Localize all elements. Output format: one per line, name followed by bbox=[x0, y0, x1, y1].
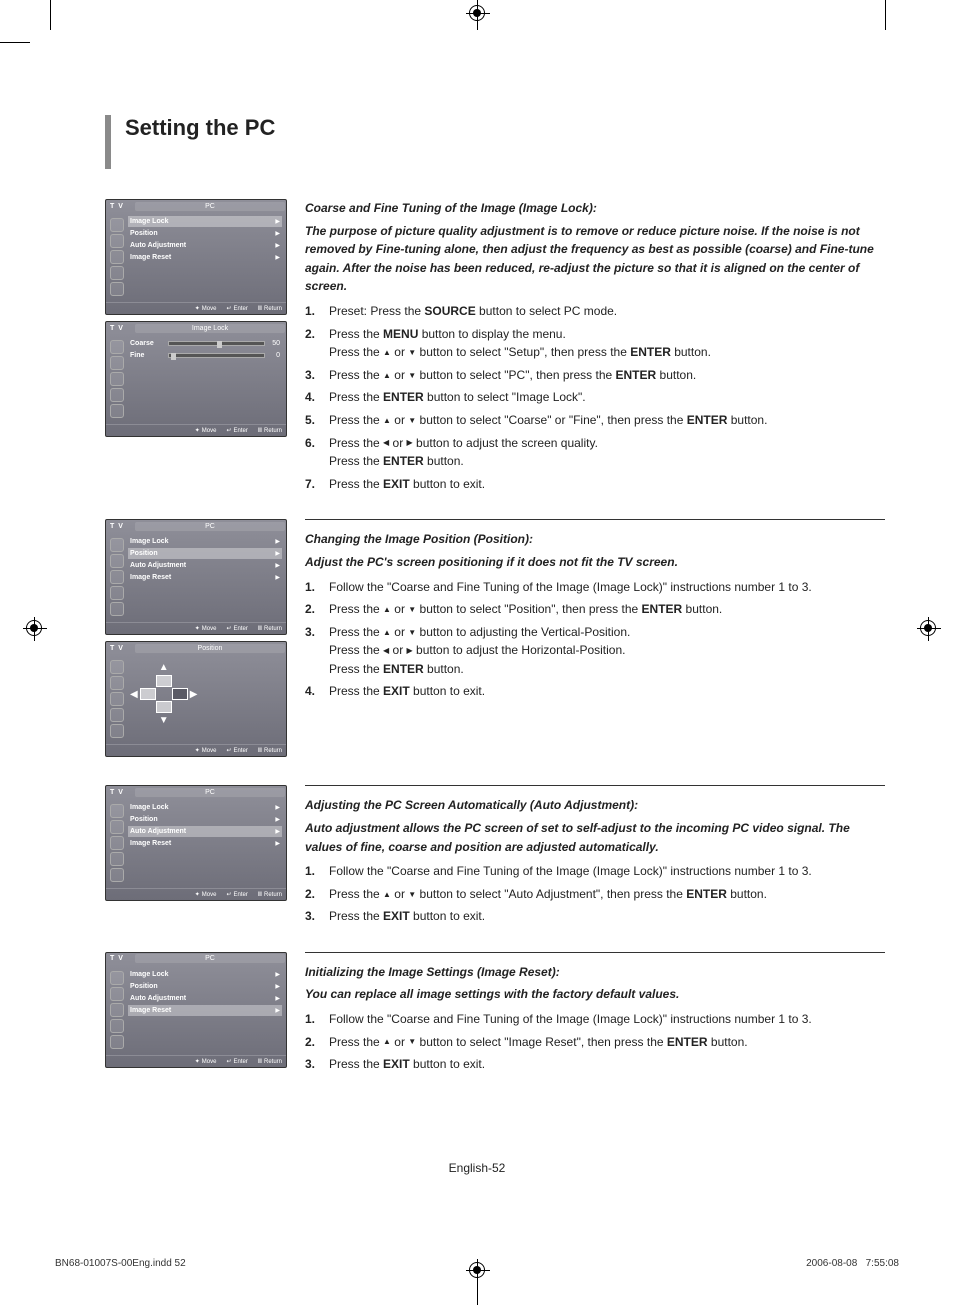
osd-icon bbox=[110, 282, 124, 296]
osd-screenshot: T VPC Image Lock▶ Position▶ Auto Adjustm… bbox=[105, 952, 287, 1068]
osd-menu-item: Image Reset▶ bbox=[128, 838, 282, 849]
osd-menu-item: Position▶ bbox=[128, 228, 282, 239]
left-arrow-icon: ◀ bbox=[130, 689, 138, 700]
osd-icon bbox=[110, 250, 124, 264]
osd-icon bbox=[110, 356, 124, 370]
step: 2.Press the ▲ or ▼ button to select "Ima… bbox=[305, 1033, 885, 1052]
osd-icon bbox=[110, 372, 124, 386]
osd-tv-label: T V bbox=[106, 203, 134, 210]
section-heading: Initializing the Image Settings (Image R… bbox=[305, 963, 885, 982]
osd-icon-column bbox=[106, 334, 128, 424]
up-arrow-icon: ▲ bbox=[383, 629, 391, 637]
osd-menu-item: Image Lock▶ bbox=[128, 216, 282, 227]
move-icon: ✦ bbox=[195, 305, 200, 312]
step: 4.Press the EXIT button to exit. bbox=[305, 682, 885, 701]
osd-menu-item: Image Reset▶ bbox=[128, 572, 282, 583]
section-intro: Auto adjustment allows the PC screen of … bbox=[305, 819, 885, 856]
page-number: English-52 bbox=[0, 1161, 954, 1175]
osd-footer: ✦Move ↵Enter ⅢReturn bbox=[106, 424, 286, 436]
section-heading: Changing the Image Position (Position): bbox=[305, 530, 885, 549]
section-heading: Coarse and Fine Tuning of the Image (Ima… bbox=[305, 199, 885, 218]
print-footer: BN68-01007S-00Eng.indd 52 2006-08-08 7:5… bbox=[55, 1258, 899, 1269]
up-arrow-icon: ▲ bbox=[383, 417, 391, 425]
osd-screenshot: T VPosition ◀ ▲ ▼ ▶ bbox=[105, 641, 287, 757]
osd-menu-item: Auto Adjustment▶ bbox=[128, 240, 282, 251]
osd-icon bbox=[110, 404, 124, 418]
step: 6.Press the ◀ or ▶ button to adjust the … bbox=[305, 434, 885, 471]
enter-icon: ↵ bbox=[226, 305, 231, 312]
osd-slider-coarse: Coarse50 bbox=[128, 338, 282, 349]
osd-footer: ✦Move ↵Enter ⅢReturn bbox=[106, 302, 286, 314]
source-filename: BN68-01007S-00Eng.indd 52 bbox=[55, 1258, 186, 1269]
osd-menu-title: Image Lock bbox=[135, 324, 285, 333]
page-title: Setting the PC bbox=[105, 115, 885, 169]
osd-slider-fine: Fine0 bbox=[128, 350, 282, 361]
section-image-reset: T VPC Image Lock▶ Position▶ Auto Adjustm… bbox=[105, 952, 885, 1078]
step: 1.Follow the "Coarse and Fine Tuning of … bbox=[305, 1010, 885, 1029]
osd-menu-item: Position▶ bbox=[128, 981, 282, 992]
step: 3.Press the EXIT button to exit. bbox=[305, 1055, 885, 1074]
osd-menu-item: Image Lock▶ bbox=[128, 802, 282, 813]
osd-icon bbox=[110, 388, 124, 402]
step: 5.Press the ▲ or ▼ button to select "Coa… bbox=[305, 411, 885, 430]
osd-menu-item: Auto Adjustment▶ bbox=[128, 826, 282, 837]
return-icon: Ⅲ bbox=[258, 305, 262, 312]
up-arrow-icon: ▲ bbox=[383, 606, 391, 614]
osd-screenshot: T V Image Lock bbox=[105, 321, 287, 437]
chevron-right-icon: ▶ bbox=[275, 230, 282, 237]
move-icon: ✦ bbox=[195, 427, 200, 434]
step: 3.Press the EXIT button to exit. bbox=[305, 907, 885, 926]
osd-menu-item: Image Reset▶ bbox=[128, 1005, 282, 1016]
step: 3.Press the ▲ or ▼ button to select "PC"… bbox=[305, 366, 885, 385]
osd-menu-title: PC bbox=[135, 202, 285, 211]
chevron-right-icon: ▶ bbox=[275, 218, 282, 225]
down-arrow-icon: ▼ bbox=[159, 715, 169, 726]
chevron-right-icon: ▶ bbox=[275, 254, 282, 261]
osd-menu-item: Auto Adjustment▶ bbox=[128, 560, 282, 571]
osd-icon bbox=[110, 340, 124, 354]
return-icon: Ⅲ bbox=[258, 427, 262, 434]
chevron-right-icon: ▶ bbox=[275, 242, 282, 249]
osd-menu-item: Image Reset▶ bbox=[128, 252, 282, 263]
step: 2.Press the ▲ or ▼ button to select "Aut… bbox=[305, 885, 885, 904]
osd-icon bbox=[110, 266, 124, 280]
section-intro: The purpose of picture quality adjustmen… bbox=[305, 222, 885, 296]
osd-menu-item: Position▶ bbox=[128, 548, 282, 559]
step: 1.Preset: Press the SOURCE button to sel… bbox=[305, 302, 885, 321]
osd-screenshot: T VPC Image Lock▶ Position▶ Auto Adjustm… bbox=[105, 519, 287, 635]
up-arrow-icon: ▲ bbox=[383, 1038, 391, 1046]
print-date: 2006-08-08 bbox=[806, 1258, 857, 1269]
osd-screenshot: T V PC Image L bbox=[105, 199, 287, 315]
step: 2.Press the ▲ or ▼ button to select "Pos… bbox=[305, 600, 885, 619]
osd-menu-item: Image Lock▶ bbox=[128, 969, 282, 980]
osd-position-grid: ◀ ▲ ▼ ▶ bbox=[128, 654, 199, 734]
step: 7.Press the EXIT button to exit. bbox=[305, 475, 885, 494]
up-arrow-icon: ▲ bbox=[159, 662, 169, 673]
osd-icon-column bbox=[106, 212, 128, 302]
print-time: 7:55:08 bbox=[866, 1258, 899, 1269]
up-arrow-icon: ▲ bbox=[383, 891, 391, 899]
osd-menu-item: Auto Adjustment▶ bbox=[128, 993, 282, 1004]
step: 3.Press the ▲ or ▼ button to adjusting t… bbox=[305, 623, 885, 679]
step: 2.Press the MENU button to display the m… bbox=[305, 325, 885, 362]
section-intro: Adjust the PC's screen positioning if it… bbox=[305, 553, 885, 572]
right-arrow-icon: ▶ bbox=[190, 689, 198, 700]
section-image-lock: T V PC Image L bbox=[105, 199, 885, 497]
step: 1.Follow the "Coarse and Fine Tuning of … bbox=[305, 578, 885, 597]
up-arrow-icon: ▲ bbox=[383, 349, 391, 357]
osd-tv-label: T V bbox=[106, 325, 134, 332]
osd-menu-item: Position▶ bbox=[128, 814, 282, 825]
osd-icon bbox=[110, 218, 124, 232]
section-heading: Adjusting the PC Screen Automatically (A… bbox=[305, 796, 885, 815]
enter-icon: ↵ bbox=[226, 427, 231, 434]
osd-icon bbox=[110, 234, 124, 248]
section-auto-adjustment: T VPC Image Lock▶ Position▶ Auto Adjustm… bbox=[105, 785, 885, 930]
step: 1.Follow the "Coarse and Fine Tuning of … bbox=[305, 862, 885, 881]
section-intro: You can replace all image settings with … bbox=[305, 985, 885, 1004]
osd-screenshot: T VPC Image Lock▶ Position▶ Auto Adjustm… bbox=[105, 785, 287, 901]
osd-menu-item: Image Lock▶ bbox=[128, 536, 282, 547]
section-position: T VPC Image Lock▶ Position▶ Auto Adjustm… bbox=[105, 519, 885, 763]
up-arrow-icon: ▲ bbox=[383, 372, 391, 380]
step: 4.Press the ENTER button to select "Imag… bbox=[305, 388, 885, 407]
